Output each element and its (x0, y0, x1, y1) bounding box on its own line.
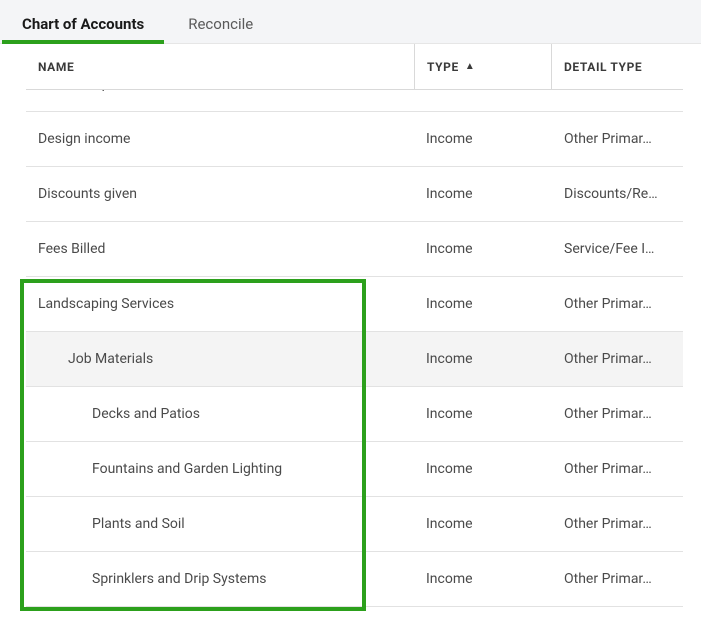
account-detail-type: Other Primar… (552, 406, 683, 422)
tab-chart-of-accounts[interactable]: Chart of Accounts (18, 3, 148, 43)
account-name: Fees Billed (26, 241, 414, 257)
account-name: Landscaping Services (26, 296, 414, 312)
account-type: Income (414, 296, 552, 312)
table-body: Billable Expense IncomeIncomeService/Fee… (26, 90, 683, 607)
account-detail-type: Service/Fee I… (552, 241, 683, 257)
tabs-bar: Chart of Accounts Reconcile (0, 0, 701, 44)
sort-ascending-icon: ▲ (465, 61, 476, 72)
account-type: Income (414, 406, 552, 422)
table-row[interactable]: Design incomeIncomeOther Primar… (26, 112, 683, 167)
accounts-table: NAME TYPE ▲ DETAIL TYPE Billable Expense… (0, 44, 701, 607)
account-detail-type: Other Primar… (552, 571, 683, 587)
account-name: Discounts given (26, 186, 414, 202)
account-detail-type: Other Primar… (552, 131, 683, 147)
account-name: Decks and Patios (26, 406, 414, 422)
table-row[interactable]: Sprinklers and Drip SystemsIncomeOther P… (26, 552, 683, 607)
account-type: Income (414, 186, 552, 202)
account-name: Billable Expense Income (26, 90, 414, 92)
table-row[interactable]: Plants and SoilIncomeOther Primar… (26, 497, 683, 552)
table-header: NAME TYPE ▲ DETAIL TYPE (26, 44, 683, 90)
account-detail-type: Other Primar… (552, 351, 683, 367)
table-row[interactable]: Job MaterialsIncomeOther Primar… (26, 332, 683, 387)
table-row[interactable]: Fountains and Garden LightingIncomeOther… (26, 442, 683, 497)
account-detail-type: Other Primar… (552, 461, 683, 477)
table-row[interactable]: Decks and PatiosIncomeOther Primar… (26, 387, 683, 442)
account-type: Income (414, 241, 552, 257)
account-name: Design income (26, 131, 414, 147)
account-detail-type: Other Primar… (552, 516, 683, 532)
account-name: Job Materials (26, 351, 414, 367)
account-detail-type: Service/Fee I… (552, 90, 683, 92)
account-type: Income (414, 516, 552, 532)
account-type: Income (414, 90, 552, 92)
column-header-type[interactable]: TYPE ▲ (414, 44, 552, 89)
column-header-type-label: TYPE (427, 60, 459, 74)
account-type: Income (414, 351, 552, 367)
column-header-name[interactable]: NAME (26, 44, 414, 89)
tab-reconcile[interactable]: Reconcile (184, 3, 257, 43)
column-header-name-label: NAME (38, 60, 74, 74)
account-name: Fountains and Garden Lighting (26, 461, 414, 477)
account-type: Income (414, 461, 552, 477)
table-row[interactable]: Discounts givenIncomeDiscounts/Re… (26, 167, 683, 222)
account-type: Income (414, 131, 552, 147)
account-name: Plants and Soil (26, 516, 414, 532)
account-type: Income (414, 571, 552, 587)
table-row[interactable]: Landscaping ServicesIncomeOther Primar… (26, 277, 683, 332)
table-row[interactable]: Billable Expense IncomeIncomeService/Fee… (26, 90, 683, 112)
account-detail-type: Other Primar… (552, 296, 683, 312)
column-header-detail-type-label: DETAIL TYPE (564, 60, 642, 74)
account-name: Sprinklers and Drip Systems (26, 571, 414, 587)
account-detail-type: Discounts/Re… (552, 186, 683, 202)
column-header-detail-type[interactable]: DETAIL TYPE (552, 44, 683, 89)
table-row[interactable]: Fees BilledIncomeService/Fee I… (26, 222, 683, 277)
